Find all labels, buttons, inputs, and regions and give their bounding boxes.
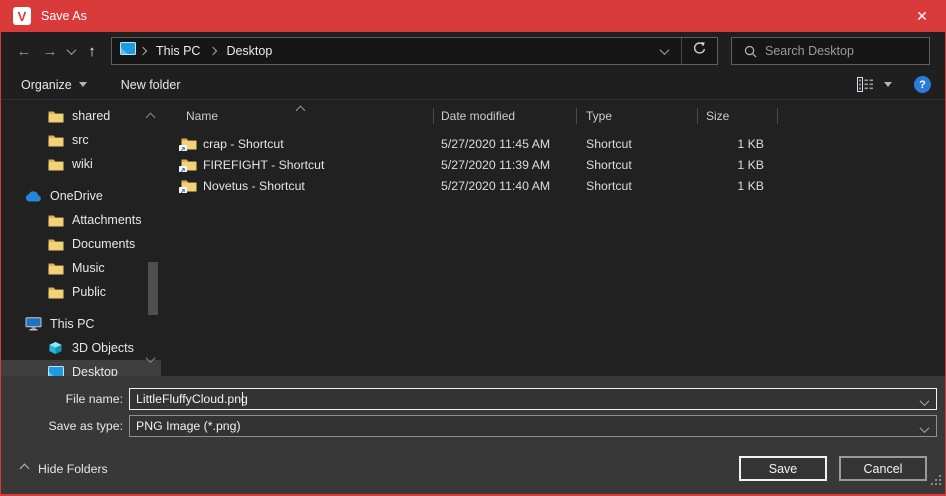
sidebar-scrollbar-thumb[interactable] <box>148 262 158 315</box>
sidebar-item-src[interactable]: src <box>1 128 161 152</box>
sidebar-scroll-up-icon[interactable] <box>147 108 154 126</box>
navigation-pane: shared src wiki OneDrive Attachments Doc… <box>1 100 161 376</box>
back-button[interactable]: ← <box>11 38 37 64</box>
refresh-icon <box>692 41 707 61</box>
sidebar-item-desktop[interactable]: Desktop <box>1 360 161 376</box>
file-list: Name Date modified Type Size crap - Shor… <box>161 100 945 376</box>
table-row[interactable]: crap - Shortcut 5/27/2020 11:45 AM Short… <box>161 133 945 154</box>
save-button[interactable]: Save <box>739 456 827 481</box>
onedrive-cloud-icon <box>25 191 42 202</box>
save-as-type-select[interactable]: PNG Image (*.png) <box>129 415 937 437</box>
footer-panel: File name: Save as type: PNG Image (*.pn… <box>1 376 945 494</box>
help-icon: ? <box>919 79 926 91</box>
save-as-type-label: Save as type: <box>1 419 123 433</box>
sidebar-item-documents[interactable]: Documents <box>1 232 161 256</box>
back-icon: ← <box>17 43 32 60</box>
folder-icon <box>47 286 64 299</box>
refresh-button[interactable] <box>681 38 717 64</box>
file-name-input[interactable] <box>129 388 937 410</box>
chevron-down-icon[interactable] <box>921 395 928 409</box>
window-title: Save As <box>41 9 87 23</box>
close-button[interactable]: ✕ <box>899 0 945 32</box>
column-header-name[interactable]: Name <box>161 104 434 128</box>
column-header-type[interactable]: Type <box>577 104 698 128</box>
shortcut-folder-icon <box>181 137 197 151</box>
table-row[interactable]: FIREFIGHT - Shortcut 5/27/2020 11:39 AM … <box>161 154 945 175</box>
sidebar-item-onedrive[interactable]: OneDrive <box>1 184 161 208</box>
up-button[interactable]: ↑ <box>79 38 105 64</box>
text-caret <box>242 392 243 406</box>
navigation-bar: ← → ↑ This PC Desktop <box>1 32 945 70</box>
shortcut-arrow-icon <box>179 187 187 193</box>
forward-icon: → <box>43 43 58 60</box>
titlebar: V Save As ✕ <box>1 0 945 32</box>
table-row[interactable]: Novetus - Shortcut 5/27/2020 11:40 AM Sh… <box>161 175 945 196</box>
dropdown-caret-icon <box>79 82 87 87</box>
shortcut-folder-icon <box>181 158 197 172</box>
file-name-label: File name: <box>1 392 123 406</box>
desktop-location-icon <box>120 42 136 60</box>
folder-icon <box>47 158 64 171</box>
column-headers: Name Date modified Type Size <box>161 104 945 128</box>
folder-icon <box>47 262 64 275</box>
toolbar: Organize New folder ? <box>1 70 945 100</box>
hide-folders-button[interactable]: Hide Folders <box>21 462 108 476</box>
search-input[interactable] <box>765 44 905 58</box>
column-header-date-modified[interactable]: Date modified <box>434 104 577 128</box>
column-header-size[interactable]: Size <box>698 104 778 128</box>
folder-icon <box>47 214 64 227</box>
breadcrumb-separator <box>206 48 220 54</box>
address-dropdown-button[interactable] <box>647 38 681 64</box>
resize-grip[interactable] <box>931 473 942 491</box>
details-view-icon <box>857 77 874 92</box>
help-button[interactable]: ? <box>914 76 931 93</box>
breadcrumb-separator <box>136 48 150 54</box>
breadcrumb-this-pc[interactable]: This PC <box>150 44 206 58</box>
chevron-down-icon[interactable] <box>921 422 928 436</box>
chevron-up-icon <box>20 464 30 474</box>
folder-icon <box>47 110 64 123</box>
new-folder-button[interactable]: New folder <box>121 78 181 92</box>
search-icon <box>744 45 757 58</box>
address-bar[interactable]: This PC Desktop <box>111 37 718 65</box>
shortcut-folder-icon <box>181 179 197 193</box>
folder-icon <box>47 238 64 251</box>
file-name-field-wrap <box>129 388 937 410</box>
cube-icon <box>47 341 64 355</box>
dropdown-caret-icon <box>884 82 892 87</box>
close-icon: ✕ <box>916 8 928 25</box>
sidebar-item-public[interactable]: Public <box>1 280 161 304</box>
organize-button[interactable]: Organize <box>21 78 87 92</box>
desktop-icon <box>47 366 64 377</box>
recent-locations-button[interactable] <box>63 48 79 55</box>
shortcut-arrow-icon <box>179 166 187 172</box>
folder-icon <box>47 134 64 147</box>
sidebar-item-music[interactable]: Music <box>1 256 161 280</box>
forward-button[interactable]: → <box>37 38 63 64</box>
change-view-button[interactable] <box>857 77 892 92</box>
vivaldi-app-icon: V <box>13 7 31 25</box>
save-as-dialog: V Save As ✕ ← → ↑ This PC Desktop <box>0 0 946 496</box>
chevron-down-icon <box>659 45 669 55</box>
sidebar-scroll-down-icon[interactable] <box>147 350 154 368</box>
up-icon: ↑ <box>88 43 96 60</box>
shortcut-arrow-icon <box>179 145 187 151</box>
search-box[interactable] <box>731 37 930 65</box>
sidebar-item-attachments[interactable]: Attachments <box>1 208 161 232</box>
sidebar-item-shared[interactable]: shared <box>1 104 161 128</box>
sidebar-item-this-pc[interactable]: This PC <box>1 312 161 336</box>
save-as-type-field-wrap: PNG Image (*.png) <box>129 415 937 437</box>
cancel-button[interactable]: Cancel <box>839 456 927 481</box>
main-area: shared src wiki OneDrive Attachments Doc… <box>1 100 945 376</box>
sidebar-item-3d-objects[interactable]: 3D Objects <box>1 336 161 360</box>
breadcrumb-desktop[interactable]: Desktop <box>220 44 278 58</box>
sidebar-item-wiki[interactable]: wiki <box>1 152 161 176</box>
chevron-down-icon <box>66 45 76 55</box>
computer-icon <box>25 317 42 331</box>
